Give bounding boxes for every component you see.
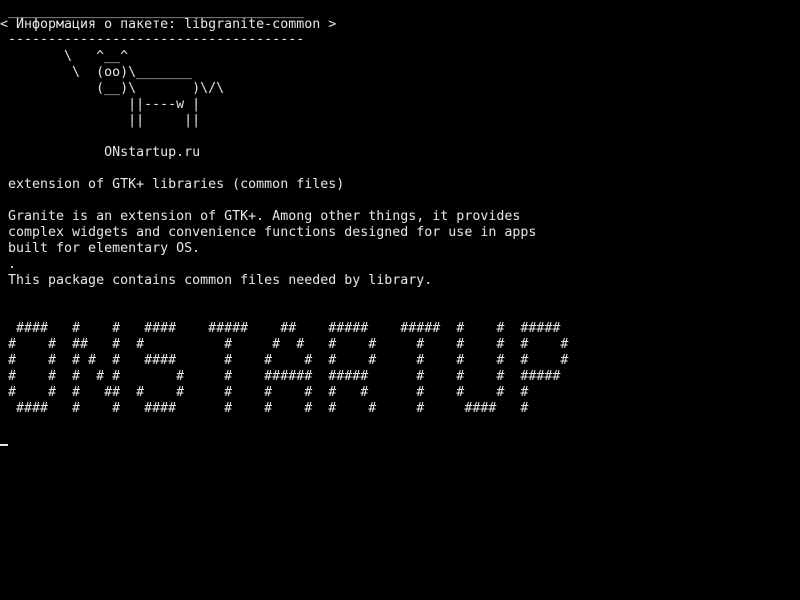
speech-bubble-text: < Информация о пакете: libgranite-common… <box>0 17 337 32</box>
cow-ascii-line: \ ^__^ <box>0 49 129 64</box>
cow-ascii-line: \ (oo)\_______ <box>0 65 193 80</box>
ascii-banner-line: #### # # #### # # # # # # #### # <box>0 401 529 416</box>
package-description-line: complex widgets and convenience function… <box>0 225 537 240</box>
package-description-line: This package contains common files neede… <box>0 273 433 288</box>
terminal-screen[interactable]: _____________________________________ < … <box>0 0 800 600</box>
ascii-banner-line: # # # # # # # ###### ##### # # # ##### <box>0 369 561 384</box>
speech-bubble-bottom-border: ------------------------------------- <box>0 32 305 47</box>
package-description-line: Granite is an extension of GTK+. Among o… <box>0 209 521 224</box>
ascii-banner-line: # # ## # # # # # # # # # # # # <box>0 337 569 352</box>
cow-ascii-line: ||----w | <box>0 97 201 112</box>
package-description-line: . <box>0 257 17 272</box>
cow-ascii-line: || || <box>0 113 201 128</box>
package-summary: extension of GTK+ libraries (common file… <box>0 177 345 192</box>
package-description-line: built for elementary OS. <box>0 241 201 256</box>
ascii-banner-line: #### # # #### ##### ## ##### ##### # # #… <box>0 321 561 336</box>
cow-ascii-line: (__)\ )\/\ <box>0 81 225 96</box>
text-cursor <box>0 444 8 446</box>
ascii-banner-line: # # # # # #### # # # # # # # # # # <box>0 353 569 368</box>
site-label: ONstartup.ru <box>0 145 201 160</box>
ascii-banner-line: # # # ## # # # # # # # # # # # <box>0 385 529 400</box>
